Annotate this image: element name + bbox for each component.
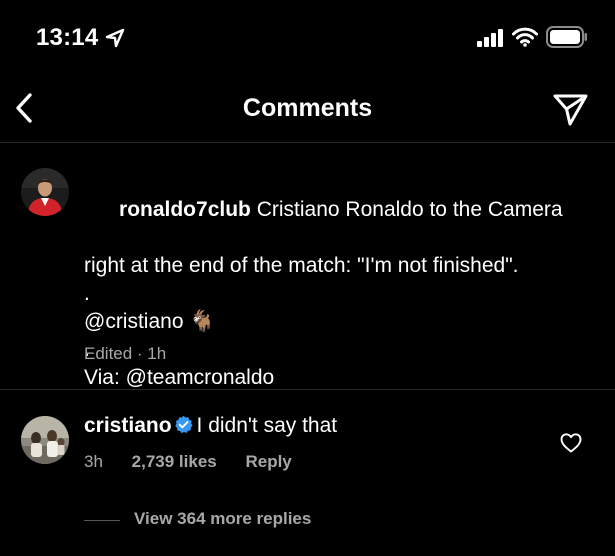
- page-title: Comments: [242, 94, 373, 122]
- comment-meta: 3h 2,739 likes Reply: [84, 452, 316, 472]
- send-icon[interactable]: [551, 91, 589, 127]
- caption-username[interactable]: ronaldo7club: [119, 198, 251, 221]
- caption-meta: Edited · 1h: [84, 344, 167, 363]
- battery-icon: [546, 26, 587, 48]
- comment-username[interactable]: cristiano: [84, 414, 172, 437]
- caption-line-3: .: [84, 282, 90, 305]
- avatar[interactable]: [21, 416, 69, 464]
- comment-likes[interactable]: 2,739 likes: [132, 452, 217, 471]
- caption-line-4[interactable]: @cristiano 🐐: [84, 308, 599, 336]
- caption-line-2: right at the end of the match: "I'm not …: [84, 254, 519, 277]
- location-arrow-icon: [105, 28, 125, 48]
- cellular-signal-icon: [477, 29, 503, 47]
- wifi-icon: [512, 27, 538, 47]
- heart-icon[interactable]: [560, 432, 582, 454]
- avatar[interactable]: [21, 168, 69, 216]
- verified-badge-icon: [174, 415, 193, 434]
- status-bar: 13:14: [0, 0, 615, 76]
- caption-line-1: Cristiano Ronaldo to the Camera: [256, 198, 563, 221]
- comment: cristiano I didn't say that 3h 2,739 lik…: [0, 390, 615, 556]
- ronaldo7club-avatar-image: [21, 168, 69, 216]
- caption-line-6[interactable]: Via: @teamcronaldo: [84, 364, 599, 392]
- reply-button[interactable]: Reply: [245, 452, 291, 471]
- replies-divider: [84, 520, 120, 521]
- comments-header: Comments: [0, 76, 615, 143]
- post-caption: ronaldo7club Cristiano Ronaldo to the Ca…: [0, 143, 615, 390]
- comment-time: 3h: [84, 452, 103, 471]
- status-time: 13:14: [36, 24, 99, 51]
- comment-message: I didn't say that: [196, 414, 338, 437]
- comment-text: cristiano I didn't say that: [84, 412, 337, 440]
- view-replies-button[interactable]: View 364 more replies: [134, 509, 311, 529]
- cristiano-avatar-image: [21, 416, 69, 464]
